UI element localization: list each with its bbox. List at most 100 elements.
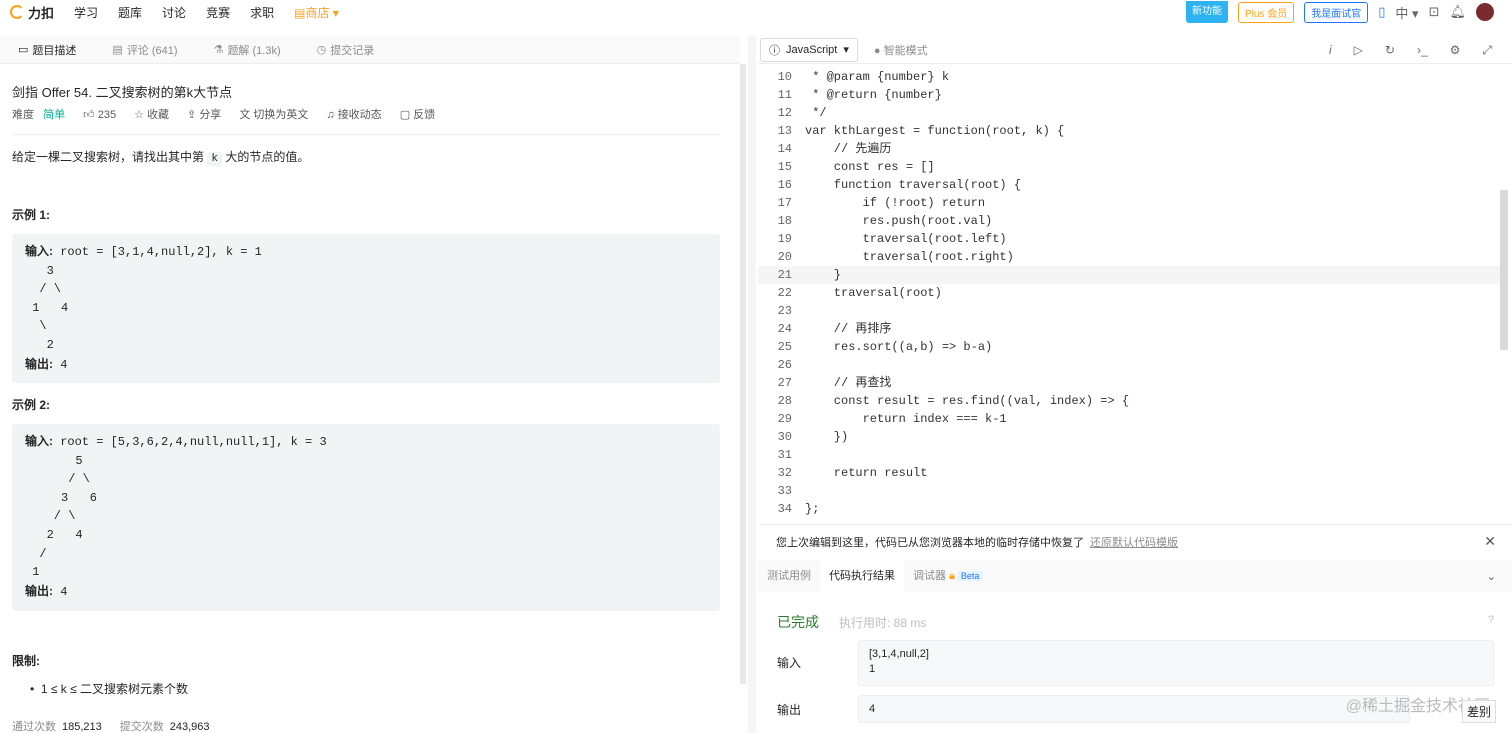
code-line[interactable]: 23 [758, 302, 1508, 320]
code-line[interactable]: 10 * @param {number} k [758, 68, 1508, 86]
fullscreen-icon[interactable]: ⤢ [1482, 43, 1492, 58]
example2-output: 4 [53, 584, 68, 599]
tab-testcase[interactable]: 测试用例 [758, 560, 820, 592]
settings-icon[interactable]: ⚙ [1450, 43, 1461, 57]
language-select[interactable]: ⓘ JavaScript ▾ [760, 37, 858, 62]
line-number: 16 [777, 178, 792, 192]
nav-shop[interactable]: ▤商店 ▾ [294, 4, 339, 21]
tab-debugger[interactable]: 调试器 🔒︎ Beta [904, 560, 992, 592]
code-line[interactable]: 14 // 先遍历 [758, 140, 1508, 158]
code-line[interactable]: 26 [758, 356, 1508, 374]
bell-icon: ♫ [326, 109, 335, 121]
code-text: const res = [] [805, 160, 935, 174]
info-italic-icon[interactable]: i [1329, 43, 1332, 57]
restore-default-link[interactable]: 还原默认代码模版 [1090, 534, 1178, 550]
input-line-2: 1 [869, 663, 876, 675]
code-line[interactable]: 12 */ [758, 104, 1508, 122]
line-number: 15 [777, 160, 792, 174]
example1-input-label: 输入: [25, 244, 53, 258]
logo[interactable]: 力扣 [10, 3, 54, 22]
language-switch[interactable]: 中 ▾ [1395, 3, 1418, 22]
close-icon[interactable]: ✕ [1484, 533, 1496, 550]
code-line[interactable]: 34}; [758, 500, 1508, 518]
reset-icon[interactable]: ↻ [1385, 43, 1395, 57]
code-line[interactable]: 20 traversal(root.right) [758, 248, 1508, 266]
feedback-button[interactable]: ▢ 反馈 [400, 106, 435, 122]
example1-block: 输入: root = [3,1,4,null,2], k = 1 3 / \ 1… [12, 234, 720, 383]
code-line[interactable]: 25 res.sort((a,b) => b-a) [758, 338, 1508, 356]
code-line[interactable]: 33 [758, 482, 1508, 500]
code-line[interactable]: 11 * @return {number} [758, 86, 1508, 104]
code-line[interactable]: 18 res.push(root.val) [758, 212, 1508, 230]
code-editor[interactable]: 10 * @param {number} k 11 * @return {numb… [758, 68, 1508, 522]
code-text: // 再排序 [805, 322, 892, 336]
interviewer-button[interactable]: 我是面试官 [1304, 1, 1369, 23]
left-scrollbar[interactable] [740, 64, 746, 684]
code-text: // 先遍历 [805, 142, 892, 156]
diff-button[interactable]: 差别 [1461, 700, 1496, 723]
nav-jobs[interactable]: 求职 [250, 4, 274, 21]
code-line[interactable]: 28 const result = res.find((val, index) … [758, 392, 1508, 410]
playground-icon[interactable]: ⊡ [1429, 4, 1440, 20]
code-line[interactable]: 32 return result [758, 464, 1508, 482]
collect-button[interactable]: ☆ 收藏 [134, 106, 169, 122]
description-icon: ▭ [18, 44, 29, 56]
code-line[interactable]: 29 return index === k-1 [758, 410, 1508, 428]
nav-study[interactable]: 学习 [74, 4, 98, 21]
code-line[interactable]: 19 traversal(root.left) [758, 230, 1508, 248]
chevron-down-icon[interactable]: ⌄ [1487, 570, 1496, 583]
code-text: // 再查找 [805, 376, 892, 390]
line-number: 11 [777, 88, 792, 102]
share-button[interactable]: ⇪ 分享 [187, 106, 221, 122]
tab-submissions-label: 提交记录 [330, 44, 375, 57]
tab-submissions[interactable]: ◷ 提交记录 [299, 36, 393, 64]
new-feature-badge[interactable]: 新功能 [1186, 1, 1229, 23]
nav-contest[interactable]: 竞赛 [206, 4, 230, 21]
code-line[interactable]: 27 // 再查找 [758, 374, 1508, 392]
code-line[interactable]: 24 // 再排序 [758, 320, 1508, 338]
editor-scrollbar[interactable] [1500, 190, 1508, 350]
example2-title: 示例 2: [12, 398, 51, 412]
code-line[interactable]: 31 [758, 446, 1508, 464]
line-number: 14 [777, 142, 792, 156]
pass-label: 通过次数 [12, 721, 56, 733]
avatar[interactable] [1476, 3, 1494, 21]
code-line[interactable]: 15 const res = [] [758, 158, 1508, 176]
play-icon[interactable]: ▷ [1354, 43, 1363, 57]
example2-input-label: 输入: [25, 434, 53, 448]
subscribe-button[interactable]: ♫ 接收动态 [326, 106, 381, 122]
code-text: if (!root) return [805, 196, 986, 210]
code-text: traversal(root.right) [805, 250, 1014, 264]
code-line[interactable]: 22 traversal(root) [758, 284, 1508, 302]
code-line[interactable]: 17 if (!root) return [758, 194, 1508, 212]
tab-comments[interactable]: ▤ 评论 (641) [94, 36, 195, 64]
pane-resize-handle[interactable] [748, 36, 756, 733]
pass-count: 185,213 [62, 721, 102, 733]
problem-tabs: ▭ 题目描述 ▤ 评论 (641) ⚗ 题解 (1.3k) ◷ 提交记录 [0, 36, 740, 64]
nav-discuss[interactable]: 讨论 [162, 4, 186, 21]
code-text: * @return {number} [805, 88, 942, 102]
divider [12, 134, 720, 135]
feedback-label: 反馈 [413, 109, 436, 121]
code-text: traversal(root) [805, 286, 942, 300]
code-line[interactable]: 21 } [758, 266, 1508, 284]
bullet-icon: • [30, 682, 35, 696]
submit-label: 提交次数 [119, 721, 164, 733]
code-line[interactable]: 16 function traversal(root) { [758, 176, 1508, 194]
terminal-icon[interactable]: ›_ [1417, 43, 1428, 57]
line-number: 20 [777, 250, 792, 264]
tab-solutions[interactable]: ⚗ 题解 (1.3k) [196, 36, 299, 64]
like-button[interactable]: 👍︎ 235 [83, 108, 116, 121]
code-line[interactable]: 13 var kthLargest = function(root, k) { [758, 122, 1508, 140]
smart-mode-toggle[interactable]: ● 智能模式 [874, 42, 928, 58]
output-value: 4 [869, 703, 876, 715]
tab-run-result[interactable]: 代码执行结果 [820, 560, 904, 592]
bell-icon[interactable]: 🔔︎ [1449, 4, 1466, 20]
mobile-icon[interactable]: ▯ [1378, 4, 1385, 20]
plus-member-button[interactable]: Plus 会员 [1238, 1, 1295, 23]
help-icon[interactable]: ? [1488, 614, 1494, 626]
tab-description[interactable]: ▭ 题目描述 [0, 36, 94, 64]
code-line[interactable]: 30 }) [758, 428, 1508, 446]
nav-problems[interactable]: 题库 [118, 4, 142, 21]
switch-language-button[interactable]: 文 切换为英文 [239, 106, 308, 122]
